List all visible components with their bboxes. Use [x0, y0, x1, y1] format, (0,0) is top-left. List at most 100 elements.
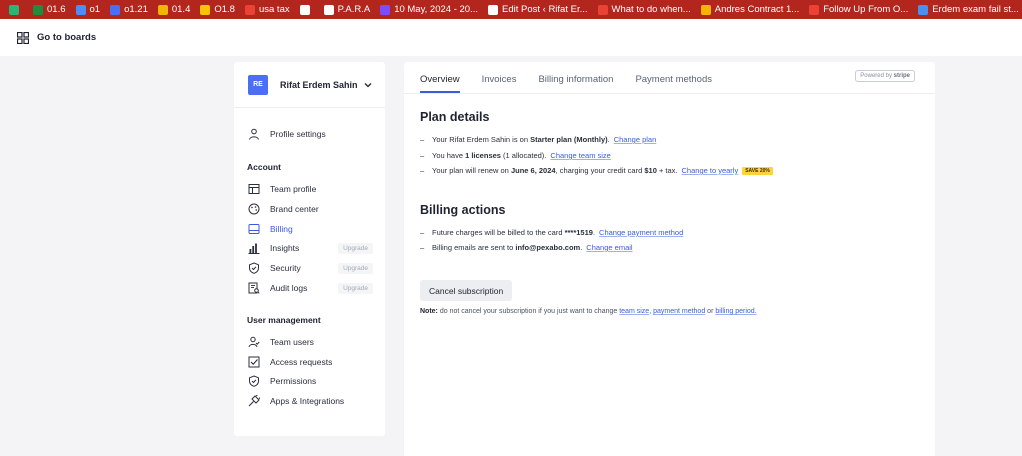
infinity-icon: [110, 4, 121, 15]
bookmark-item[interactable]: [295, 0, 319, 19]
drive-icon: [157, 4, 168, 15]
bookmark-item[interactable]: 01.4: [153, 0, 196, 19]
sidebar-item-team-profile[interactable]: Team profile: [248, 181, 373, 197]
bookmark-label: o1: [89, 4, 101, 15]
cancel-subscription-button[interactable]: Cancel subscription: [420, 280, 513, 301]
wordpress-icon: [487, 4, 498, 15]
bookmark-item[interactable]: usa tax: [240, 0, 295, 19]
save-badge: SAVE 20%: [742, 167, 773, 176]
sidebar-item-billing[interactable]: Billing: [248, 221, 373, 237]
profile-icon: [249, 128, 259, 140]
sidebar-item-label: Profile settings: [270, 129, 326, 139]
bookmark-item[interactable]: o1.21: [105, 0, 153, 19]
bookmark-item[interactable]: [4, 0, 28, 19]
m-icon: [200, 4, 211, 15]
bookmark-item[interactable]: Erdem exam fail st...: [913, 0, 1022, 19]
tab-billing-information[interactable]: Billing information: [538, 69, 613, 93]
tab-invoices[interactable]: Invoices: [482, 69, 517, 93]
upgrade-badge[interactable]: Upgrade: [338, 242, 373, 254]
bookmark-item[interactable]: P.A.R.A: [319, 0, 376, 19]
account-section-title: Account: [247, 162, 281, 172]
tab-payment-methods[interactable]: Payment methods: [635, 69, 712, 93]
bookmark-label: 10 May, 2024 - 20...: [394, 4, 478, 15]
bookmark-label: o1.21: [124, 4, 148, 15]
change-email-link[interactable]: Change email: [586, 243, 632, 252]
bookmark-item[interactable]: 10 May, 2024 - 20...: [375, 0, 483, 19]
gmail-icon: [809, 4, 820, 15]
plus-icon: [33, 4, 43, 15]
cancel-note: Note: do not cancel your subscription if…: [420, 308, 757, 315]
sidebar-item-label: Insights: [270, 243, 300, 254]
change-to-yearly-link[interactable]: Change to yearly: [682, 166, 739, 175]
workspace-name: Rifat Erdem Sahin: [280, 79, 358, 90]
clock-icon: [380, 4, 391, 15]
chat-icon: [9, 4, 19, 15]
sidebar-item-label: Permissions: [270, 376, 317, 387]
chevron-down-icon: [364, 82, 371, 87]
settings-sidebar: RE Rifat Erdem Sahin Profile settings Ac…: [234, 62, 385, 436]
audit-logs-icon: [248, 282, 260, 294]
bookmark-item[interactable]: What to do when...: [593, 0, 696, 19]
billing-line-card: – Future charges will be billed to the ca…: [420, 228, 684, 237]
team-profile-icon: [248, 184, 260, 194]
note-payment-method-link[interactable]: payment method: [653, 308, 705, 315]
change-team-size-link[interactable]: Change team size: [550, 151, 610, 160]
bookmark-item[interactable]: Follow Up From O...: [804, 0, 913, 19]
security-icon: [249, 262, 259, 275]
billing-actions-heading: Billing actions: [420, 203, 506, 217]
plan-details-heading: Plan details: [420, 110, 490, 124]
drive-icon: [700, 4, 711, 15]
workspace-avatar: RE: [248, 74, 268, 95]
upgrade-badge[interactable]: Upgrade: [338, 282, 373, 294]
access-requests-icon: [248, 356, 260, 368]
plug-icon: [248, 394, 260, 407]
change-payment-method-link[interactable]: Change payment method: [599, 228, 683, 237]
shield-icon: [918, 4, 929, 15]
boards-grid-icon: [17, 31, 29, 44]
sidebar-item-label: Team users: [270, 337, 314, 347]
bookmark-item[interactable]: Edit Post ‹ Rifat Er...: [483, 0, 593, 19]
bookmark-item[interactable]: O1.8: [195, 0, 240, 19]
gmail-icon: [597, 4, 608, 15]
note-team-size-link[interactable]: team size: [619, 308, 649, 315]
bookmark-label: 01.4: [171, 4, 191, 15]
billing-icon: [248, 223, 260, 234]
sidebar-item-apps-integrations[interactable]: Apps & Integrations: [248, 393, 373, 409]
sidebar-item-access-requests[interactable]: Access requests: [248, 354, 373, 370]
bookmark-label: What to do when...: [611, 4, 691, 15]
plan-line-licenses: – You have 1 licenses (1 allocated). Chang…: [420, 151, 611, 160]
folder-icon: [323, 4, 334, 15]
bookmark-label: P.A.R.A: [337, 4, 371, 15]
sidebar-item-profile-settings[interactable]: Profile settings: [248, 126, 373, 142]
bookmark-item[interactable]: o1: [71, 0, 106, 19]
sidebar-item-label: Access requests: [270, 356, 333, 367]
user-management-section-title: User management: [247, 315, 321, 325]
bookmark-label: usa tax: [258, 4, 290, 15]
sidebar-item-security[interactable]: Security Upgrade: [248, 260, 373, 276]
workspace-switcher[interactable]: RE Rifat Erdem Sahin: [234, 62, 385, 108]
top-bar: Go to boards: [0, 19, 1022, 56]
go-to-boards-link[interactable]: Go to boards: [37, 32, 96, 43]
sidebar-item-label: Brand center: [270, 203, 319, 214]
bookmark-label: Erdem exam fail st...: [932, 4, 1019, 15]
note-billing-period-link[interactable]: billing period.: [715, 308, 756, 315]
palette-icon: [248, 203, 260, 215]
change-plan-link[interactable]: Change plan: [614, 135, 657, 144]
permissions-icon: [249, 375, 259, 388]
sidebar-item-brand-center[interactable]: Brand center: [248, 201, 373, 217]
upgrade-badge[interactable]: Upgrade: [338, 262, 373, 274]
bookmark-label: Follow Up From O...: [823, 4, 909, 15]
sidebar-item-team-users[interactable]: Team users: [248, 334, 373, 350]
sidebar-item-insights[interactable]: Insights Upgrade: [248, 240, 373, 256]
bookmark-label: O1.8: [214, 4, 235, 15]
bookmark-item[interactable]: Andres Contract 1...: [696, 0, 804, 19]
plan-line-starter: – Your Rifat Erdem Sahin is on Starter pl…: [420, 135, 657, 144]
plan-line-renewal: – Your plan will renew on June 6, 2024, c…: [420, 166, 773, 176]
tab-overview[interactable]: Overview: [420, 69, 460, 93]
bookmark-label: Edit Post ‹ Rifat Er...: [501, 4, 588, 15]
bookmark-item[interactable]: 01.6: [28, 0, 71, 19]
sidebar-item-audit-logs[interactable]: Audit logs Upgrade: [248, 280, 373, 296]
billing-main-panel: Overview Invoices Billing information Pa…: [404, 62, 935, 456]
bookmark-label: Andres Contract 1...: [714, 4, 800, 15]
sidebar-item-permissions[interactable]: Permissions: [248, 373, 373, 389]
